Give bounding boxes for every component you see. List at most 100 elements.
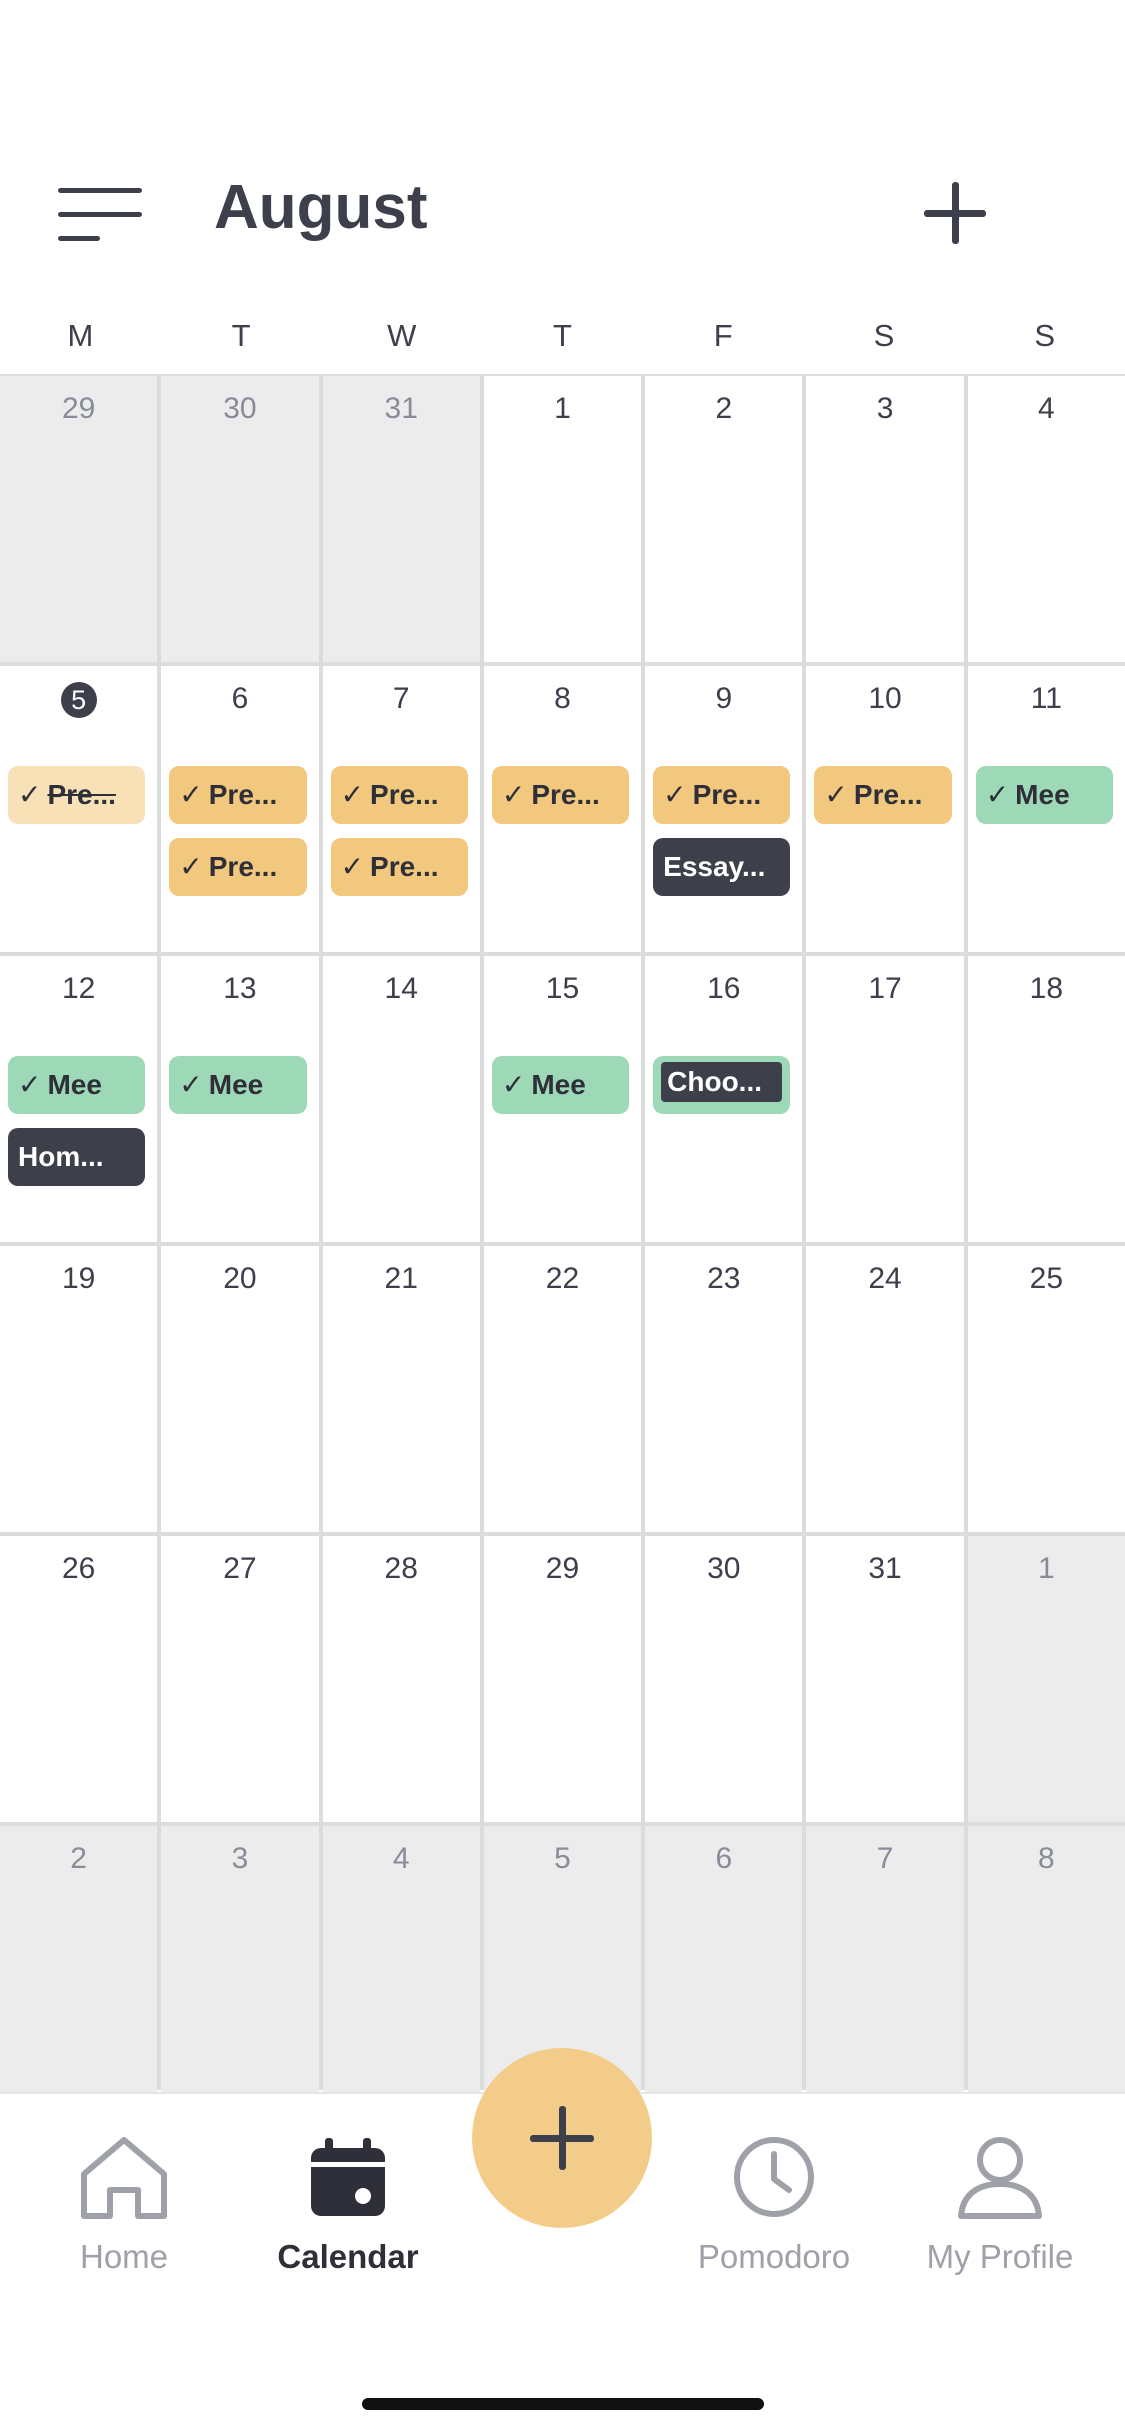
calendar-day-cell[interactable]: 6 ✓ Pre... ✓ Pre...	[161, 666, 319, 952]
calendar-day-cell[interactable]: 23	[645, 1246, 803, 1532]
day-number-text: 17	[868, 972, 902, 1005]
calendar-day-cell[interactable]: 4	[967, 376, 1125, 662]
month-title: August	[214, 173, 428, 242]
calendar-day-cell[interactable]: 31	[806, 1536, 964, 1822]
calendar-day-cell[interactable]: 22	[483, 1246, 642, 1532]
calendar-day-cell[interactable]: 3	[161, 1826, 319, 2112]
weekday-label: M	[67, 318, 94, 353]
tab-my-profile[interactable]: My Profile	[900, 2134, 1100, 2276]
event-chip[interactable]: Hom...	[8, 1128, 146, 1186]
calendar-day-cell[interactable]: 28	[322, 1536, 480, 1822]
calendar-day-cell[interactable]: 7	[806, 1826, 964, 2112]
event-chip[interactable]: ✓ Pre...	[8, 766, 146, 824]
event-chip[interactable]: ✓ Mee	[491, 1056, 630, 1114]
day-number: 25	[968, 1262, 1125, 1296]
calendar-day-cell[interactable]: 2	[645, 376, 803, 662]
checkmark-icon: ✓	[179, 1069, 203, 1100]
day-number: 3	[161, 1842, 318, 1876]
event-chip[interactable]: ✓ Pre...	[169, 766, 307, 824]
calendar-day-cell[interactable]: 8 ✓ Pre...	[483, 666, 642, 952]
day-number: 30	[645, 1552, 802, 1586]
event-chip[interactable]: ✓ Pre...	[814, 766, 952, 824]
checkmark-icon: ✓	[340, 779, 365, 810]
calendar-day-cell[interactable]: 25	[967, 1246, 1125, 1532]
day-number-text: 24	[868, 1262, 902, 1295]
event-title: Pre...	[692, 779, 762, 810]
event-title: Pre...	[370, 851, 439, 882]
calendar-day-cell[interactable]: 3	[806, 376, 964, 662]
event-chip[interactable]: ✓ Pre...	[169, 838, 307, 896]
calendar-day-cell[interactable]: 27	[161, 1536, 319, 1822]
day-number-text: 21	[384, 1262, 418, 1295]
event-title: Mee	[208, 1069, 264, 1100]
day-number: 27	[161, 1552, 318, 1586]
calendar-day-cell[interactable]: 5 ✓ Pre...	[0, 666, 158, 952]
calendar-day-cell[interactable]: 21	[322, 1246, 480, 1532]
tab-pomodoro-label: Pomodoro	[697, 2238, 851, 2275]
hamburger-menu-icon[interactable]	[58, 188, 144, 244]
calendar-day-cell[interactable]: 31	[322, 376, 480, 662]
add-floating-button[interactable]	[472, 2048, 652, 2228]
tab-calendar[interactable]: Calendar	[248, 2134, 448, 2276]
event-chip[interactable]: ✓ Pre...	[653, 766, 791, 824]
day-number-text: 12	[61, 972, 96, 1005]
calendar-day-cell[interactable]: 1	[483, 376, 642, 662]
calendar-day-cell[interactable]: 24	[806, 1246, 964, 1532]
day-number: 6	[645, 1842, 802, 1876]
calendar-day-cell[interactable]: 4	[322, 1826, 480, 2112]
calendar-day-cell[interactable]: 11 ✓ Mee	[967, 666, 1125, 952]
day-number-text: 30	[223, 392, 257, 425]
calendar-day-cell[interactable]: 15 ✓ Mee	[483, 956, 642, 1242]
day-number-text: 9	[715, 682, 733, 715]
tab-home[interactable]: Home	[24, 2134, 224, 2276]
calendar-day-cell[interactable]: 29	[0, 376, 158, 662]
day-number: 7	[323, 682, 480, 716]
event-title: Mee	[1015, 779, 1070, 810]
day-number-text: 6	[715, 1842, 733, 1875]
add-event-plus-icon[interactable]	[920, 178, 990, 248]
calendar-day-cell[interactable]: 6	[645, 1826, 803, 2112]
calendar-day-cell[interactable]: 14	[322, 956, 480, 1242]
event-chip[interactable]: ✓ Pre...	[330, 838, 468, 896]
calendar-day-cell[interactable]: 10 ✓ Pre...	[806, 666, 964, 952]
calendar-day-cell[interactable]: 30	[645, 1536, 803, 1822]
event-chip[interactable]: Essay...	[653, 838, 791, 896]
event-title: Pre...	[47, 779, 116, 810]
calendar-day-cell[interactable]: 20	[161, 1246, 319, 1532]
tab-calendar-label: Calendar	[277, 2238, 419, 2275]
calendar-day-cell[interactable]: 9 ✓ Pre... Essay...	[645, 666, 803, 952]
calendar-day-cell[interactable]: 8	[967, 1826, 1125, 2112]
checkmark-icon: ✓	[824, 779, 848, 810]
calendar-day-cell[interactable]: 1	[967, 1536, 1125, 1822]
weekday-label: T	[231, 318, 251, 353]
day-number: 21	[323, 1262, 480, 1296]
calendar-day-cell[interactable]: 26	[0, 1536, 158, 1822]
day-number: 24	[806, 1262, 963, 1296]
calendar-day-cell[interactable]: 12 ✓ Mee Hom...	[0, 956, 158, 1242]
clock-icon	[734, 2137, 814, 2217]
event-chip[interactable]: ✓ Mee	[8, 1056, 146, 1114]
day-number: 26	[0, 1552, 157, 1586]
event-chip[interactable]: ✓ Pre...	[330, 766, 468, 824]
calendar-day-cell[interactable]: 7 ✓ Pre... ✓ Pre...	[322, 666, 480, 952]
event-chip[interactable]: ✓ Pre...	[491, 766, 630, 824]
weekday-label: T	[553, 318, 572, 353]
event-title: Pre...	[370, 779, 439, 810]
calendar-day-cell[interactable]: 13 ✓ Mee	[161, 956, 319, 1242]
calendar-day-cell[interactable]: 17	[806, 956, 964, 1242]
event-chip[interactable]: ✓ Mee	[169, 1056, 307, 1114]
calendar-day-cell[interactable]: 29	[483, 1536, 642, 1822]
calendar-day-cell[interactable]: 19	[0, 1246, 158, 1532]
event-chip[interactable]: ✓ Mee	[975, 766, 1113, 824]
event-chip[interactable]: Choo...	[653, 1056, 791, 1114]
day-number-text: 25	[1029, 1262, 1064, 1295]
day-number: 29	[0, 392, 157, 426]
calendar-day-cell[interactable]: 30	[161, 376, 319, 662]
day-number: 9	[645, 682, 802, 716]
day-number: 11	[968, 682, 1125, 716]
calendar-day-cell[interactable]: 16 Choo...	[645, 956, 803, 1242]
header: August	[0, 0, 1125, 300]
calendar-day-cell[interactable]: 2	[0, 1826, 158, 2112]
tab-pomodoro[interactable]: Pomodoro	[674, 2134, 874, 2276]
calendar-day-cell[interactable]: 18	[967, 956, 1125, 1242]
